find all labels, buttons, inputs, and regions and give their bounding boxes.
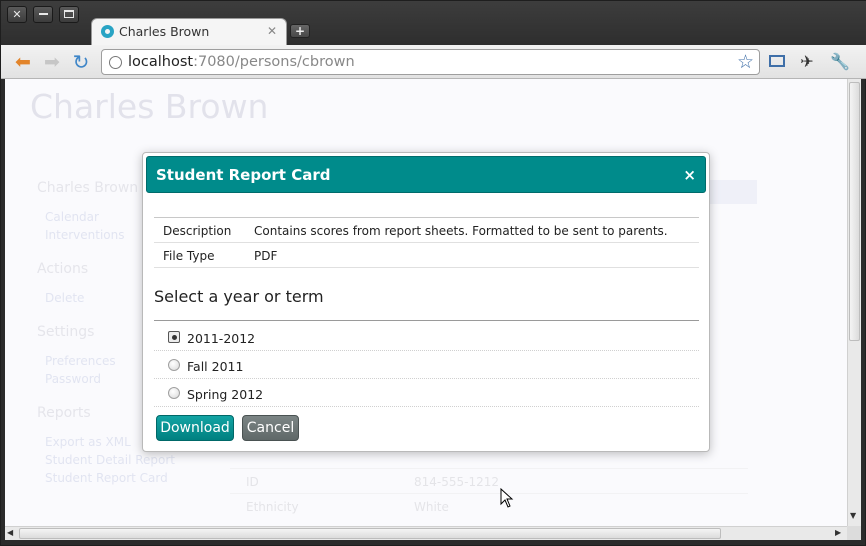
horizontal-scrollbar[interactable]: ◀ ▶ — [5, 526, 847, 540]
cancel-button[interactable]: Cancel — [242, 415, 299, 441]
window-minimize-button[interactable] — [33, 6, 53, 23]
address-bar[interactable]: localhost:7080/persons/cbrown ☆ — [101, 49, 760, 75]
close-icon: ✕ — [12, 8, 22, 21]
maximize-icon — [64, 10, 74, 18]
forward-arrow-icon[interactable]: ➡ — [41, 51, 63, 73]
modal-header: Student Report Card × — [146, 156, 706, 193]
radio-button[interactable] — [168, 359, 180, 371]
url-host: localhost — [128, 54, 194, 70]
table-row: Description Contains scores from report … — [154, 218, 699, 243]
wrench-menu-icon[interactable]: 🔧 — [829, 51, 851, 73]
detail-value: Contains scores from report sheets. Form… — [254, 224, 668, 238]
modal-title: Student Report Card — [156, 166, 331, 184]
extension-pin-icon[interactable]: ✈ — [796, 51, 818, 73]
browser-toolbar: ⬅ ➡ ↻ localhost:7080/persons/cbrown ☆ ✈ … — [1, 45, 866, 79]
option-label: 2011-2012 — [187, 331, 256, 346]
window-maximize-button[interactable] — [59, 6, 79, 23]
table-row: File Type PDF — [154, 243, 699, 268]
download-button[interactable]: Download — [156, 415, 234, 441]
url-path: :7080/persons/cbrown — [193, 54, 355, 70]
detail-value: PDF — [254, 249, 278, 263]
fullscreen-icon[interactable] — [766, 51, 788, 73]
site-favicon-icon — [101, 25, 114, 38]
scroll-down-icon[interactable]: ▼ — [850, 511, 856, 520]
tab-close-icon[interactable]: ✕ — [267, 24, 277, 38]
reload-icon[interactable]: ↻ — [70, 51, 92, 73]
option-label: Fall 2011 — [187, 359, 244, 374]
minimize-icon — [38, 13, 48, 15]
details-table: Description Contains scores from report … — [154, 217, 699, 268]
scrollbar-thumb[interactable] — [849, 82, 860, 341]
term-option-fall-2011[interactable]: Fall 2011 — [154, 351, 699, 379]
term-option-2011-2012[interactable]: 2011-2012 — [154, 323, 699, 351]
detail-key: Description — [163, 224, 232, 238]
page-icon — [109, 56, 122, 69]
window-close-button[interactable]: ✕ — [7, 6, 27, 23]
radio-button[interactable] — [168, 331, 180, 343]
scrollbar-corner — [847, 526, 861, 540]
detail-key: File Type — [163, 249, 215, 263]
vertical-scrollbar[interactable]: ▼ — [847, 79, 861, 526]
report-dialog: Student Report Card × Description Contai… — [142, 152, 710, 452]
scroll-left-icon[interactable]: ◀ — [7, 528, 13, 537]
tab-title: Charles Brown — [119, 24, 210, 39]
title-bar: ✕ Charles Brown ✕ + — [1, 1, 866, 45]
section-heading: Select a year or term — [154, 287, 324, 306]
scroll-right-icon[interactable]: ▶ — [835, 528, 841, 537]
back-arrow-icon[interactable]: ⬅ — [12, 51, 34, 73]
browser-tab[interactable]: Charles Brown ✕ — [91, 18, 287, 45]
close-icon[interactable]: × — [683, 166, 696, 184]
term-option-spring-2012[interactable]: Spring 2012 — [154, 379, 699, 407]
scrollbar-thumb[interactable] — [19, 528, 721, 539]
radio-button[interactable] — [168, 387, 180, 399]
option-label: Spring 2012 — [187, 387, 264, 402]
bookmark-star-icon[interactable]: ☆ — [737, 50, 754, 74]
divider — [154, 320, 699, 321]
url-text: localhost:7080/persons/cbrown — [128, 54, 355, 70]
new-tab-button[interactable]: + — [290, 24, 310, 38]
